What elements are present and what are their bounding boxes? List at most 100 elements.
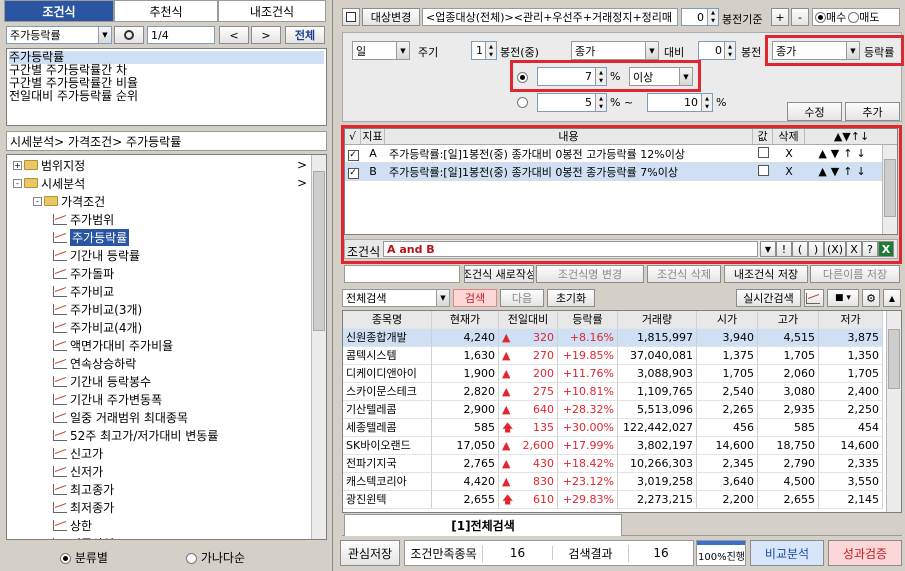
action-button[interactable]: 조건식 새로작성	[464, 265, 534, 283]
column-header[interactable]: 전일대비	[499, 311, 558, 329]
table-row[interactable]: SK바이오랜드 17,050 ▲ 2,600 +17.99% 3,802,197 14,60…	[343, 437, 883, 455]
grid-scrollbar[interactable]	[886, 311, 901, 512]
condition-name-input[interactable]	[344, 265, 460, 283]
tree-item[interactable]: 신저가	[7, 462, 311, 480]
condition-search-input[interactable]: 주가등락률 ▼	[6, 26, 112, 44]
chevron-down-icon[interactable]: ▼	[436, 290, 449, 306]
chart-icon[interactable]	[804, 289, 824, 307]
next-search-button[interactable]: 다음	[500, 289, 544, 307]
tab-my-conditions[interactable]: 내조건식	[218, 0, 326, 22]
column-header[interactable]: 현재가	[432, 311, 499, 329]
spin-icon[interactable]: ▲ ▼	[485, 42, 496, 59]
compare-analysis-button[interactable]: 비교분석	[750, 540, 824, 566]
prev-button[interactable]: <	[219, 26, 249, 44]
tab-recommended[interactable]: 추천식	[114, 0, 218, 22]
bong1-input[interactable]: 1 ▲ ▼	[471, 41, 497, 60]
tree-item[interactable]: - 가격조건	[7, 192, 311, 210]
range-radio[interactable]	[517, 95, 528, 108]
action-button[interactable]: 다른이름 저장	[810, 265, 900, 283]
tree-item[interactable]: + 범위지정 >	[7, 156, 311, 174]
tab-all-results[interactable]: [1]전체검색	[344, 514, 622, 536]
chevron-down-icon[interactable]: ▼	[98, 27, 111, 43]
tree-item[interactable]: 기간내 등락률	[7, 246, 311, 264]
range-to-input[interactable]: 10 ▲ ▼	[647, 93, 713, 112]
column-header[interactable]: 등락률	[558, 311, 618, 329]
table-row[interactable]: 디케이디앤아이 1,900 ▲ 200 +11.76% 3,088,903 1,705 2,0…	[343, 365, 883, 383]
tree-item[interactable]: - 시세분석 >	[7, 174, 311, 192]
menu-icon[interactable]: ■ ▾	[827, 289, 859, 307]
table-row[interactable]: 캐스텍코리아 4,420 ▲ 830 +23.12% 3,019,258 3,640 4,50…	[343, 473, 883, 491]
table-row[interactable]: 기산텔레콤 2,900 ▲ 640 +28.32% 5,513,096 2,265 2,935…	[343, 401, 883, 419]
tree-item[interactable]: 기간내 등락봉수	[7, 372, 311, 390]
tree-item[interactable]: 전종산익	[7, 534, 311, 539]
tree-item[interactable]: 주가비교	[7, 282, 311, 300]
tree-item[interactable]: 주가비교(3개)	[7, 300, 311, 318]
spin-icon[interactable]: ▲ ▼	[701, 94, 712, 111]
range-from-input[interactable]: 5 ▲ ▼	[537, 93, 607, 112]
action-button[interactable]: 조건식 삭제	[647, 265, 721, 283]
table-row[interactable]: 스카이문스테크 2,820 ▲ 275 +10.81% 1,109,765 2,540 3,0…	[343, 383, 883, 401]
tree-item[interactable]: 주가범위	[7, 210, 311, 228]
gear-icon[interactable]: ⚙	[862, 289, 880, 307]
price-select[interactable]: 종가 ▼	[571, 41, 659, 60]
chevron-up-icon[interactable]: ▲	[883, 289, 901, 307]
expand-icon[interactable]: +	[13, 160, 22, 170]
tree-item[interactable]: 연속상승하락	[7, 354, 311, 372]
tree-item[interactable]: 기간내 주가변동폭	[7, 390, 311, 408]
collapse-icon[interactable]: -	[13, 178, 22, 188]
chevron-right-icon[interactable]: >	[297, 158, 307, 172]
bong2-input[interactable]: 0 ▲ ▼	[698, 41, 736, 60]
sort-by-alpha-radio[interactable]: 가나다순	[186, 549, 245, 566]
tree-item[interactable]: 액면가대비 주가비율	[7, 336, 311, 354]
minus-button[interactable]: -	[791, 8, 809, 26]
sort-by-category-radio[interactable]: 분류별	[60, 549, 108, 566]
tree-item[interactable]: 52주 최고가/저가대비 변동률	[7, 426, 311, 444]
column-header[interactable]: 시가	[697, 311, 758, 329]
sell-radio[interactable]	[848, 11, 860, 23]
tree-item[interactable]: 신고가	[7, 444, 311, 462]
search-button[interactable]	[114, 26, 144, 44]
realtime-search-button[interactable]: 실시간검색	[736, 289, 801, 307]
chevron-down-icon[interactable]: ▼	[396, 42, 409, 59]
chevron-down-icon[interactable]: ▼	[645, 42, 658, 59]
chevron-right-icon[interactable]: >	[297, 176, 307, 190]
plus-button[interactable]: +	[771, 8, 789, 26]
table-row[interactable]: 콤텍시스템 1,630 ▲ 270 +19.85% 37,040,081 1,375 1,70…	[343, 347, 883, 365]
next-button[interactable]: >	[251, 26, 281, 44]
tree-item[interactable]: 최고종가	[7, 480, 311, 498]
buy-radio[interactable]	[815, 11, 826, 23]
spin-icon[interactable]: ▲ ▼	[707, 9, 718, 25]
all-button[interactable]: 전체	[285, 26, 325, 44]
action-button[interactable]: 내조건식 저장	[724, 265, 808, 283]
tree-item[interactable]: 최저종가	[7, 498, 311, 516]
table-row[interactable]: 전파기지국 2,765 ▲ 430 +18.42% 10,266,303 2,345 2,79…	[343, 455, 883, 473]
save-interest-button[interactable]: 관심저장	[340, 540, 400, 566]
tree-item[interactable]: 상한	[7, 516, 311, 534]
list-item[interactable]: 전일대비 주가등락률 순위	[9, 90, 324, 103]
modify-button[interactable]: 수정	[787, 102, 842, 121]
tree-item[interactable]: 주가비교(4개)	[7, 318, 311, 336]
column-header[interactable]: 거래량	[618, 311, 697, 329]
column-header[interactable]: 종목명	[343, 311, 432, 329]
change-target-button[interactable]: 대상변경	[362, 8, 420, 26]
period-select[interactable]: 일 ▼	[352, 41, 410, 60]
run-search-button[interactable]: 검색	[453, 289, 497, 307]
table-row[interactable]: 광진윈텍 2,655 🡅 610 +29.83% 2,273,215 2,200 2,655 2…	[343, 491, 883, 509]
tab-conditions[interactable]: 조건식	[4, 0, 114, 22]
tree-item[interactable]: 일중 거래범위 최대종목	[7, 408, 311, 426]
spin-icon[interactable]: ▲ ▼	[595, 94, 606, 111]
reset-button[interactable]: 초기화	[547, 289, 595, 307]
tree-item[interactable]: 주가돌파	[7, 264, 311, 282]
collapse-icon[interactable]: -	[33, 196, 42, 206]
scope-select[interactable]: 전체검색 ▼	[342, 289, 450, 307]
target-icon-button[interactable]	[342, 8, 360, 26]
table-row[interactable]: 신원종합개발 4,240 ▲ 320 +8.16% 1,815,997 3,940 4,515…	[343, 329, 883, 347]
table-row[interactable]: 세종텔레콤 585 🡅 135 +30.00% 122,442,027 456 585 454	[343, 419, 883, 437]
tree-item[interactable]: 주가등락률	[7, 228, 311, 246]
bong-base-input[interactable]: 0 ▲ ▼	[681, 8, 719, 26]
action-button[interactable]: 조건식명 변경	[536, 265, 644, 283]
spin-icon[interactable]: ▲ ▼	[724, 42, 735, 59]
column-header[interactable]: 저가	[819, 311, 883, 329]
tree-scrollbar[interactable]	[311, 155, 326, 539]
performance-verify-button[interactable]: 성과검증	[828, 540, 902, 566]
